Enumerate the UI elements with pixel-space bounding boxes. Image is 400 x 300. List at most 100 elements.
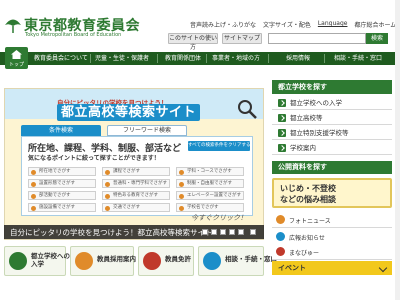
nav-divider [268,54,269,63]
slide-indicator[interactable] [220,229,226,235]
nav-item-businesses[interactable]: 事業者・地域の方 [212,52,260,65]
slideshow-caption[interactable]: 自分にピッタリの学校を見つけよう！都立高校等検索サイト [10,227,213,238]
bullying-consultation-banner[interactable]: いじめ・不登校 などの悩み相談 [272,178,392,208]
home-icon [11,50,22,59]
click-hint-text: 今すぐクリック！ [191,214,247,222]
condition-option[interactable]: 交通でさがす [102,203,170,212]
license-icon [143,252,161,270]
school-icon [9,252,27,270]
bullet-icon [31,169,36,175]
card-consultation[interactable]: 相談・手続・窓口 [198,246,277,276]
condition-option[interactable]: 特色ある教育でさがす [102,191,170,200]
sidebar-item-school-guide[interactable]: 学校案内 [272,141,392,155]
condition-option[interactable]: 施設設備でさがす [28,203,96,212]
magnifier-icon [238,100,257,119]
condition-option[interactable]: 部活動でさがす [28,191,96,200]
slideshow-caption-bar: 自分にピッタリの学校を見つけよう！都立高校等検索サイト [4,225,264,239]
usage-button[interactable]: このサイトの使い方 [168,33,218,51]
slide-indicator[interactable] [202,229,208,235]
sidebar-item-admission[interactable]: 都立学校への入学 [272,96,392,110]
slide-indicator[interactable] [211,229,217,235]
nav-item-consultation[interactable]: 相談・手続・窓口 [334,52,382,65]
sidebar-heading-public-documents[interactable]: 公開資料を探す [272,161,392,174]
school-search-banner[interactable]: 自分にピッタリの学校を見つけよう！ 都立高校等検索サイト 条件検索 フリーワード… [4,88,264,240]
condition-option[interactable]: 所在地でさがす [28,167,96,176]
clear-conditions-button[interactable]: すべての検索条件をクリアする [188,141,250,151]
card-label: 教員採用案内 [97,255,136,263]
condition-search-panel: 所在地、課程、学科、制服、部活など 気になるポイントに絞って探すことができます！… [21,136,253,216]
slide-indicator[interactable] [229,229,235,235]
chevron-down-icon [378,263,388,273]
condition-option[interactable]: 課程でさがす [102,167,170,176]
condition-option[interactable]: 普通科・専門学科でさがす [102,179,170,188]
condition-option[interactable]: 制服・自由服でさがす [176,179,244,188]
nav-item-board[interactable]: 教育委員会について [34,52,88,65]
slideshow-pause-button[interactable] [250,229,256,235]
condition-option[interactable]: エレベーター設置でさがす [176,191,244,200]
sidebar-item-high-schools[interactable]: 都立高校等 [272,111,392,125]
condition-option[interactable]: 学校名でさがす [176,203,244,212]
nav-item-organizations[interactable]: 教育関係団体 [165,52,201,65]
bullet-icon [179,169,184,175]
condition-subline: 気になるポイントに絞って探すことができます！ [28,155,160,162]
sidebar-event-bar[interactable]: イベント [272,261,392,275]
link-tokyo-portal[interactable]: 都庁総合ホームページ [354,20,400,29]
logo-ginkgo-icon [5,19,21,33]
bullet-icon [105,181,110,187]
chevron-right-icon [278,99,286,107]
bullet-icon [179,205,184,211]
banner-title: 都立高校等検索サイト [57,104,201,121]
site-header: 東京都教育委員会 Tokyo Metropolitan Board of Edu… [0,0,400,52]
nav-divider [157,54,158,63]
camera-icon [276,215,285,224]
card-label: 教員免許 [165,255,191,263]
bullet-icon [31,181,36,187]
card-teacher-license[interactable]: 教員免許 [138,246,194,276]
card-label: 都立学校への 入学 [31,252,70,268]
sidebar-item-special-schools[interactable]: 都立特別支援学校等 [272,126,392,140]
search-input[interactable] [268,33,366,44]
condition-option[interactable]: 学科・コースでさがす [176,167,244,176]
bullet-icon [179,181,184,187]
nav-home-tab[interactable]: トップ [5,47,28,69]
card-teacher-recruitment[interactable]: 教員採用案内 [70,246,136,276]
search-button[interactable]: 検索 [366,33,388,44]
megaphone-icon [276,232,285,241]
nav-divider [324,54,325,63]
nav-home-label: トップ [8,62,24,68]
chevron-right-icon [278,144,286,152]
nav-divider [206,54,207,63]
sidebar-heading-find-school: 都立学校を探す [272,80,392,94]
bullet-icon [105,169,110,175]
chevron-right-icon [278,114,286,122]
card-label: 相談・手続・窓口 [225,255,277,263]
tab-freeword-search[interactable]: フリーワード検索 [107,125,187,136]
consult-icon [203,252,221,270]
nav-item-students[interactable]: 児童・生徒・保護者 [95,52,149,65]
video-icon [276,247,285,256]
slide-indicator[interactable] [238,229,244,235]
bullying-consultation-text: いじめ・不登校 などの悩み相談 [280,184,336,204]
page-scrollbar[interactable] [395,0,400,300]
chevron-right-icon [278,129,286,137]
event-label: イベント [278,264,306,272]
bullet-icon [31,193,36,199]
tab-condition-search[interactable]: 条件検索 [21,125,101,136]
condition-option[interactable]: 設置形態でさがす [28,179,96,188]
link-language[interactable]: Language [318,20,348,29]
nav-item-recruitment[interactable]: 採用情報 [286,52,310,65]
utility-links: 音声読み上げ・ふりがな 文字サイズ・配色 Language 都庁総合ホームページ [190,20,400,29]
bullet-icon [105,193,110,199]
link-text-size[interactable]: 文字サイズ・配色 [263,20,311,29]
bullet-icon [179,193,184,199]
bullet-icon [31,205,36,211]
card-school-entrance[interactable]: 都立学校への 入学 [4,246,70,276]
site-logo-subtitle: Tokyo Metropolitan Board of Education [25,32,122,38]
nav-divider [90,54,91,63]
bullet-icon [105,205,110,211]
sidebar-link-manaview[interactable]: まなびゅー [272,243,392,260]
link-text-to-speech[interactable]: 音声読み上げ・ふりがな [190,20,256,29]
sidebar-link-photo-news[interactable]: フォトニュース [272,211,392,228]
teacher-icon [75,252,93,270]
sitemap-button[interactable]: サイトマップ [222,33,262,44]
